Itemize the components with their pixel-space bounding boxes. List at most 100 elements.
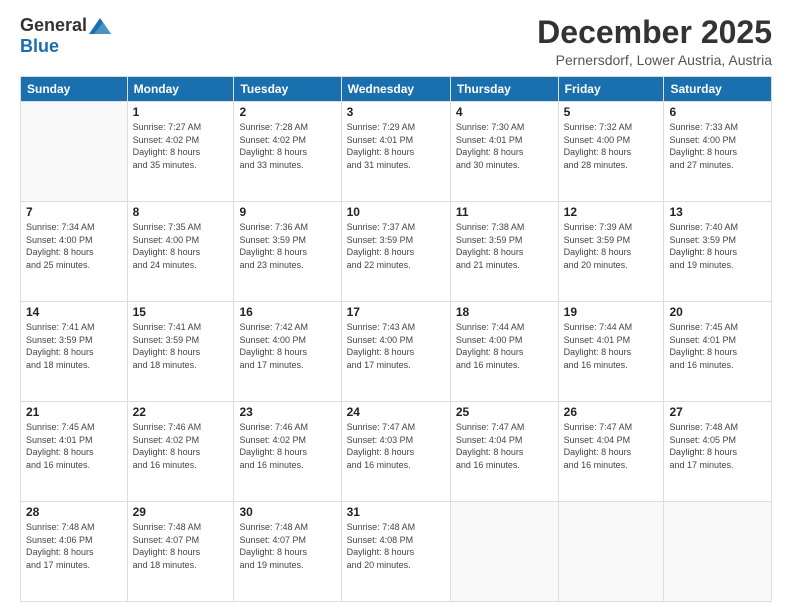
day-info: Sunrise: 7:29 AMSunset: 4:01 PMDaylight:… <box>347 121 445 171</box>
day-number: 24 <box>347 405 445 419</box>
calendar-week-row: 14 Sunrise: 7:41 AMSunset: 3:59 PMDayligh… <box>21 302 772 402</box>
day-number: 28 <box>26 505 122 519</box>
table-row: 22 Sunrise: 7:46 AMSunset: 4:02 PMDayligh… <box>127 402 234 502</box>
table-row: 7Sunrise: 7:34 AMSunset: 4:00 PMDaylight… <box>21 202 128 302</box>
table-row: 23 Sunrise: 7:46 AMSunset: 4:02 PMDayligh… <box>234 402 341 502</box>
day-number: 30 <box>239 505 335 519</box>
table-row: 31Sunrise: 7:48 AMSunset: 4:08 PMDayligh… <box>341 502 450 602</box>
calendar-week-row: 1 Sunrise: 7:27 AMSunset: 4:02 PMDaylight… <box>21 102 772 202</box>
day-info: Sunrise: 7:33 AMSunset: 4:00 PMDaylight:… <box>669 121 766 171</box>
day-number: 18 <box>456 305 553 319</box>
day-number: 12 <box>564 205 659 219</box>
day-info: Sunrise: 7:35 AMSunset: 4:00 PMDaylight:… <box>133 221 229 271</box>
day-number: 4 <box>456 105 553 119</box>
table-row: 15 Sunrise: 7:41 AMSunset: 3:59 PMDayligh… <box>127 302 234 402</box>
day-number: 9 <box>239 205 335 219</box>
day-info: Sunrise: 7:46 AMSunset: 4:02 PMDaylight:… <box>239 421 335 471</box>
table-row <box>450 502 558 602</box>
table-row: 21 Sunrise: 7:45 AMSunset: 4:01 PMDayligh… <box>21 402 128 502</box>
day-info: Sunrise: 7:27 AMSunset: 4:02 PMDaylight:… <box>133 121 229 171</box>
calendar-week-row: 28 Sunrise: 7:48 AMSunset: 4:06 PMDayligh… <box>21 502 772 602</box>
table-row <box>21 102 128 202</box>
day-info: Sunrise: 7:47 AMSunset: 4:04 PMDaylight:… <box>456 421 553 471</box>
day-number: 5 <box>564 105 659 119</box>
table-row: 3 Sunrise: 7:29 AMSunset: 4:01 PMDaylight… <box>341 102 450 202</box>
day-number: 21 <box>26 405 122 419</box>
table-row <box>558 502 664 602</box>
day-number: 25 <box>456 405 553 419</box>
day-info: Sunrise: 7:43 AMSunset: 4:00 PMDaylight:… <box>347 321 445 371</box>
calendar-week-row: 21 Sunrise: 7:45 AMSunset: 4:01 PMDayligh… <box>21 402 772 502</box>
table-row: 14 Sunrise: 7:41 AMSunset: 3:59 PMDayligh… <box>21 302 128 402</box>
table-row: 5 Sunrise: 7:32 AMSunset: 4:00 PMDaylight… <box>558 102 664 202</box>
day-info: Sunrise: 7:28 AMSunset: 4:02 PMDaylight:… <box>239 121 335 171</box>
day-number: 2 <box>239 105 335 119</box>
day-number: 10 <box>347 205 445 219</box>
day-info: Sunrise: 7:32 AMSunset: 4:00 PMDaylight:… <box>564 121 659 171</box>
day-number: 3 <box>347 105 445 119</box>
day-number: 1 <box>133 105 229 119</box>
table-row: 26 Sunrise: 7:47 AMSunset: 4:04 PMDayligh… <box>558 402 664 502</box>
table-row: 29 Sunrise: 7:48 AMSunset: 4:07 PMDayligh… <box>127 502 234 602</box>
table-row: 8 Sunrise: 7:35 AMSunset: 4:00 PMDaylight… <box>127 202 234 302</box>
day-info: Sunrise: 7:30 AMSunset: 4:01 PMDaylight:… <box>456 121 553 171</box>
day-info: Sunrise: 7:36 AMSunset: 3:59 PMDaylight:… <box>239 221 335 271</box>
table-row: 2 Sunrise: 7:28 AMSunset: 4:02 PMDaylight… <box>234 102 341 202</box>
table-row: 25 Sunrise: 7:47 AMSunset: 4:04 PMDayligh… <box>450 402 558 502</box>
header-wednesday: Wednesday <box>341 77 450 102</box>
header: General Blue December 2025 Pernersdorf, … <box>20 15 772 68</box>
day-info: Sunrise: 7:48 AMSunset: 4:06 PMDaylight:… <box>26 521 122 571</box>
day-number: 22 <box>133 405 229 419</box>
day-number: 23 <box>239 405 335 419</box>
day-info: Sunrise: 7:48 AMSunset: 4:05 PMDaylight:… <box>669 421 766 471</box>
day-info: Sunrise: 7:47 AMSunset: 4:04 PMDaylight:… <box>564 421 659 471</box>
header-saturday: Saturday <box>664 77 772 102</box>
table-row: 12 Sunrise: 7:39 AMSunset: 3:59 PMDayligh… <box>558 202 664 302</box>
table-row: 13Sunrise: 7:40 AMSunset: 3:59 PMDayligh… <box>664 202 772 302</box>
day-number: 26 <box>564 405 659 419</box>
day-number: 20 <box>669 305 766 319</box>
table-row: 24Sunrise: 7:47 AMSunset: 4:03 PMDayligh… <box>341 402 450 502</box>
header-friday: Friday <box>558 77 664 102</box>
logo-general-text: General <box>20 15 87 36</box>
day-info: Sunrise: 7:41 AMSunset: 3:59 PMDaylight:… <box>26 321 122 371</box>
table-row <box>664 502 772 602</box>
day-number: 15 <box>133 305 229 319</box>
calendar-table: Sunday Monday Tuesday Wednesday Thursday… <box>20 76 772 602</box>
table-row: 10Sunrise: 7:37 AMSunset: 3:59 PMDayligh… <box>341 202 450 302</box>
table-row: 20 Sunrise: 7:45 AMSunset: 4:01 PMDayligh… <box>664 302 772 402</box>
day-info: Sunrise: 7:44 AMSunset: 4:01 PMDaylight:… <box>564 321 659 371</box>
location-title: Pernersdorf, Lower Austria, Austria <box>537 52 772 68</box>
day-info: Sunrise: 7:39 AMSunset: 3:59 PMDaylight:… <box>564 221 659 271</box>
day-number: 31 <box>347 505 445 519</box>
month-title: December 2025 <box>537 15 772 50</box>
page: General Blue December 2025 Pernersdorf, … <box>0 0 792 612</box>
day-number: 14 <box>26 305 122 319</box>
day-number: 6 <box>669 105 766 119</box>
day-number: 19 <box>564 305 659 319</box>
table-row: 11Sunrise: 7:38 AMSunset: 3:59 PMDayligh… <box>450 202 558 302</box>
day-number: 11 <box>456 205 553 219</box>
day-number: 7 <box>26 205 122 219</box>
day-info: Sunrise: 7:46 AMSunset: 4:02 PMDaylight:… <box>133 421 229 471</box>
table-row: 6 Sunrise: 7:33 AMSunset: 4:00 PMDaylight… <box>664 102 772 202</box>
day-info: Sunrise: 7:48 AMSunset: 4:07 PMDaylight:… <box>239 521 335 571</box>
day-info: Sunrise: 7:41 AMSunset: 3:59 PMDaylight:… <box>133 321 229 371</box>
day-number: 27 <box>669 405 766 419</box>
calendar-week-row: 7Sunrise: 7:34 AMSunset: 4:00 PMDaylight… <box>21 202 772 302</box>
calendar-header-row: Sunday Monday Tuesday Wednesday Thursday… <box>21 77 772 102</box>
header-thursday: Thursday <box>450 77 558 102</box>
table-row: 30 Sunrise: 7:48 AMSunset: 4:07 PMDayligh… <box>234 502 341 602</box>
logo: General Blue <box>20 15 111 57</box>
header-tuesday: Tuesday <box>234 77 341 102</box>
day-info: Sunrise: 7:40 AMSunset: 3:59 PMDaylight:… <box>669 221 766 271</box>
table-row: 4 Sunrise: 7:30 AMSunset: 4:01 PMDaylight… <box>450 102 558 202</box>
table-row: 27 Sunrise: 7:48 AMSunset: 4:05 PMDayligh… <box>664 402 772 502</box>
day-info: Sunrise: 7:45 AMSunset: 4:01 PMDaylight:… <box>669 321 766 371</box>
day-info: Sunrise: 7:48 AMSunset: 4:07 PMDaylight:… <box>133 521 229 571</box>
day-number: 29 <box>133 505 229 519</box>
day-info: Sunrise: 7:42 AMSunset: 4:00 PMDaylight:… <box>239 321 335 371</box>
logo-blue-text: Blue <box>20 36 59 57</box>
day-number: 8 <box>133 205 229 219</box>
day-info: Sunrise: 7:45 AMSunset: 4:01 PMDaylight:… <box>26 421 122 471</box>
